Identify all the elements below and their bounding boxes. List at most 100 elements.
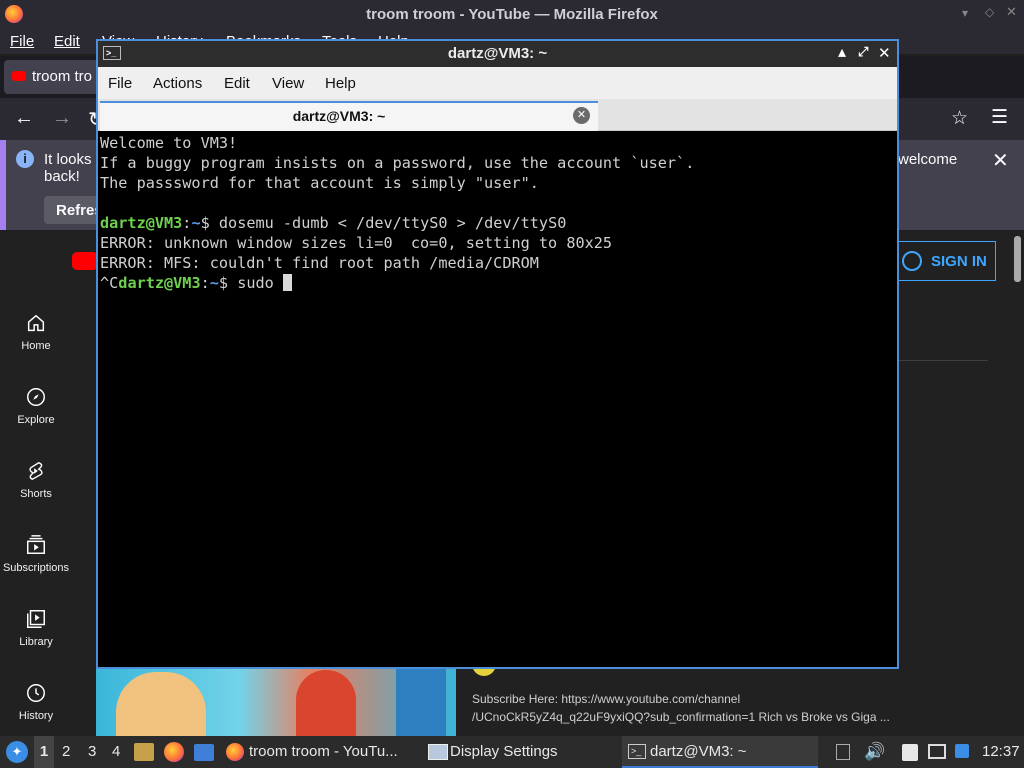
page-scrollbar[interactable] <box>1014 236 1021 282</box>
text-cursor <box>282 274 292 291</box>
minimize-icon[interactable]: ▾ <box>962 6 968 20</box>
task-label: Display Settings <box>450 743 558 760</box>
prompt-user: dartz@VM3 <box>118 274 201 292</box>
close-icon[interactable]: ✕ <box>1006 4 1017 20</box>
terminal-window-title: dartz@VM3: ~ <box>447 45 548 62</box>
sidebar-item-shorts[interactable]: Shorts <box>0 460 72 500</box>
update-icon[interactable] <box>955 744 969 758</box>
window-title: troom troom - YouTube — Mozilla Firefox <box>366 6 658 23</box>
workspace-4[interactable]: 4 <box>112 736 120 768</box>
video-thumbnail[interactable] <box>96 668 456 736</box>
notification-close-icon[interactable]: ✕ <box>992 148 1009 173</box>
divider-line <box>898 360 988 361</box>
sidebar-item-explore[interactable]: Explore <box>0 386 72 426</box>
youtube-logo-icon <box>72 252 98 270</box>
menu-edit[interactable]: Edit <box>54 33 80 50</box>
sidebar-item-home[interactable]: Home <box>0 312 72 352</box>
task-display-settings[interactable]: Display Settings <box>424 736 620 768</box>
interrupt-prefix: ^C <box>100 274 119 292</box>
terminal-tabbar: dartz@VM3: ~ ✕ <box>98 99 897 131</box>
explore-icon <box>27 388 45 406</box>
home-icon <box>27 314 45 332</box>
terminal-line: The passsword for that account is simply… <box>100 174 539 192</box>
description-line: Subscribe Here: https://www.youtube.com/… <box>472 692 741 706</box>
taskbar: ✦ 1 2 3 4 troom troom - YouTu... Display… <box>0 736 1024 768</box>
close-icon[interactable]: ✕ <box>878 44 891 62</box>
terminal-output[interactable]: Welcome to VM3! If a buggy program insist… <box>98 131 897 667</box>
description-line: /UCnoCkR5yZ4q_q22uF9yxiQQ?sub_confirmati… <box>472 710 890 724</box>
volume-icon[interactable]: 🔊 <box>864 736 885 768</box>
youtube-sidebar: Home Explore Shorts Subscriptions Librar… <box>0 232 72 736</box>
task-label: troom troom - YouTu... <box>249 743 398 760</box>
sidebar-label: Shorts <box>20 488 52 500</box>
menu-file[interactable]: File <box>108 75 132 92</box>
tray-clipboard-icon[interactable] <box>836 744 850 760</box>
thumbnail-figure <box>396 668 446 736</box>
sidebar-item-library[interactable]: Library <box>0 608 72 648</box>
terminal-line: ERROR: MFS: couldn't find root path /med… <box>100 254 539 272</box>
sidebar-item-subscriptions[interactable]: Subscriptions <box>0 534 72 574</box>
terminal-task-icon: >_ <box>628 744 646 759</box>
minimize-icon[interactable]: ▴ <box>838 42 846 62</box>
prompt-separator: : <box>200 274 210 292</box>
menu-edit[interactable]: Edit <box>224 75 250 92</box>
task-firefox[interactable]: troom troom - YouTu... <box>222 736 420 768</box>
subscriptions-icon <box>27 535 45 554</box>
notification-text-end: back! <box>44 168 80 185</box>
sign-in-label: SIGN IN <box>931 253 987 270</box>
workspace-2[interactable]: 2 <box>62 736 70 768</box>
menu-actions[interactable]: Actions <box>153 75 202 92</box>
maximize-icon[interactable]: ◇ <box>985 5 994 19</box>
task-label: dartz@VM3: ~ <box>650 743 747 760</box>
menu-help[interactable]: Help <box>325 75 356 92</box>
terminal-tab-title: dartz@VM3: ~ <box>292 108 386 124</box>
info-icon: i <box>16 150 34 168</box>
task-terminal[interactable]: >_ dartz@VM3: ~ <box>622 736 818 768</box>
bookmark-star-icon[interactable]: ☆ <box>951 107 968 130</box>
video-description: Subscribe Here: https://www.youtube.com/… <box>472 690 892 726</box>
tab-close-icon[interactable]: ✕ <box>573 107 590 124</box>
terminal-prompt-line: ^Cdartz@VM3:~$ sudo <box>100 273 897 293</box>
terminal-prompt-line: dartz@VM3:~$ dosemu -dumb < /dev/ttyS0 >… <box>100 213 897 233</box>
prompt-path: ~ <box>191 214 201 232</box>
sidebar-label: History <box>18 710 54 722</box>
terminal-tab[interactable]: dartz@VM3: ~ ✕ <box>100 101 598 131</box>
terminal-line: If a buggy program insists on a password… <box>100 154 695 172</box>
maximize-icon[interactable]: ⤢ <box>858 44 868 60</box>
terminal-window[interactable]: >_ dartz@VM3: ~ ▴ ⤢ ✕ File Actions Edit … <box>96 39 899 669</box>
display-settings-icon <box>428 744 448 760</box>
menu-view[interactable]: View <box>272 75 304 92</box>
menu-file[interactable]: File <box>10 33 34 50</box>
terminal-line: Welcome to VM3! <box>100 134 238 152</box>
clock[interactable]: 12:37 <box>982 736 1020 768</box>
workspace-3[interactable]: 3 <box>88 736 96 768</box>
tab-title: troom tro <box>32 68 93 85</box>
start-menu-icon[interactable]: ✦ <box>6 741 28 763</box>
show-desktop-icon[interactable] <box>194 744 214 761</box>
shorts-icon <box>29 461 43 481</box>
prompt-path: ~ <box>209 274 219 292</box>
network-icon[interactable] <box>928 744 946 759</box>
account-icon <box>902 251 922 271</box>
sign-in-button[interactable]: SIGN IN <box>898 241 996 281</box>
history-icon <box>27 684 45 702</box>
notification-text-start: It looks <box>44 151 92 168</box>
tray-notes-icon[interactable] <box>902 744 918 761</box>
file-manager-icon[interactable] <box>134 743 154 761</box>
workspace-1[interactable]: 1 <box>34 736 54 768</box>
sidebar-label: Home <box>21 340 51 352</box>
firefox-titlebar: troom troom - YouTube — Mozilla Firefox … <box>0 0 1024 30</box>
firefox-task-icon <box>226 743 244 761</box>
sidebar-item-history[interactable]: History <box>0 682 72 722</box>
forward-icon[interactable]: → <box>52 107 72 130</box>
terminal-titlebar[interactable]: >_ dartz@VM3: ~ ▴ ⤢ ✕ <box>98 41 897 67</box>
command-text: dosemu -dumb < /dev/ttyS0 > /dev/ttyS0 <box>218 214 567 232</box>
hamburger-menu-icon[interactable]: ☰ <box>991 106 1008 129</box>
back-icon[interactable]: ← <box>14 107 34 130</box>
refresh-button[interactable]: Refres <box>44 196 104 224</box>
terminal-line: ERROR: unknown window sizes li=0 co=0, s… <box>100 234 613 252</box>
firefox-launcher-icon[interactable] <box>164 742 184 762</box>
terminal-menubar: File Actions Edit View Help <box>98 67 897 99</box>
thumbnail-figure <box>296 670 356 736</box>
